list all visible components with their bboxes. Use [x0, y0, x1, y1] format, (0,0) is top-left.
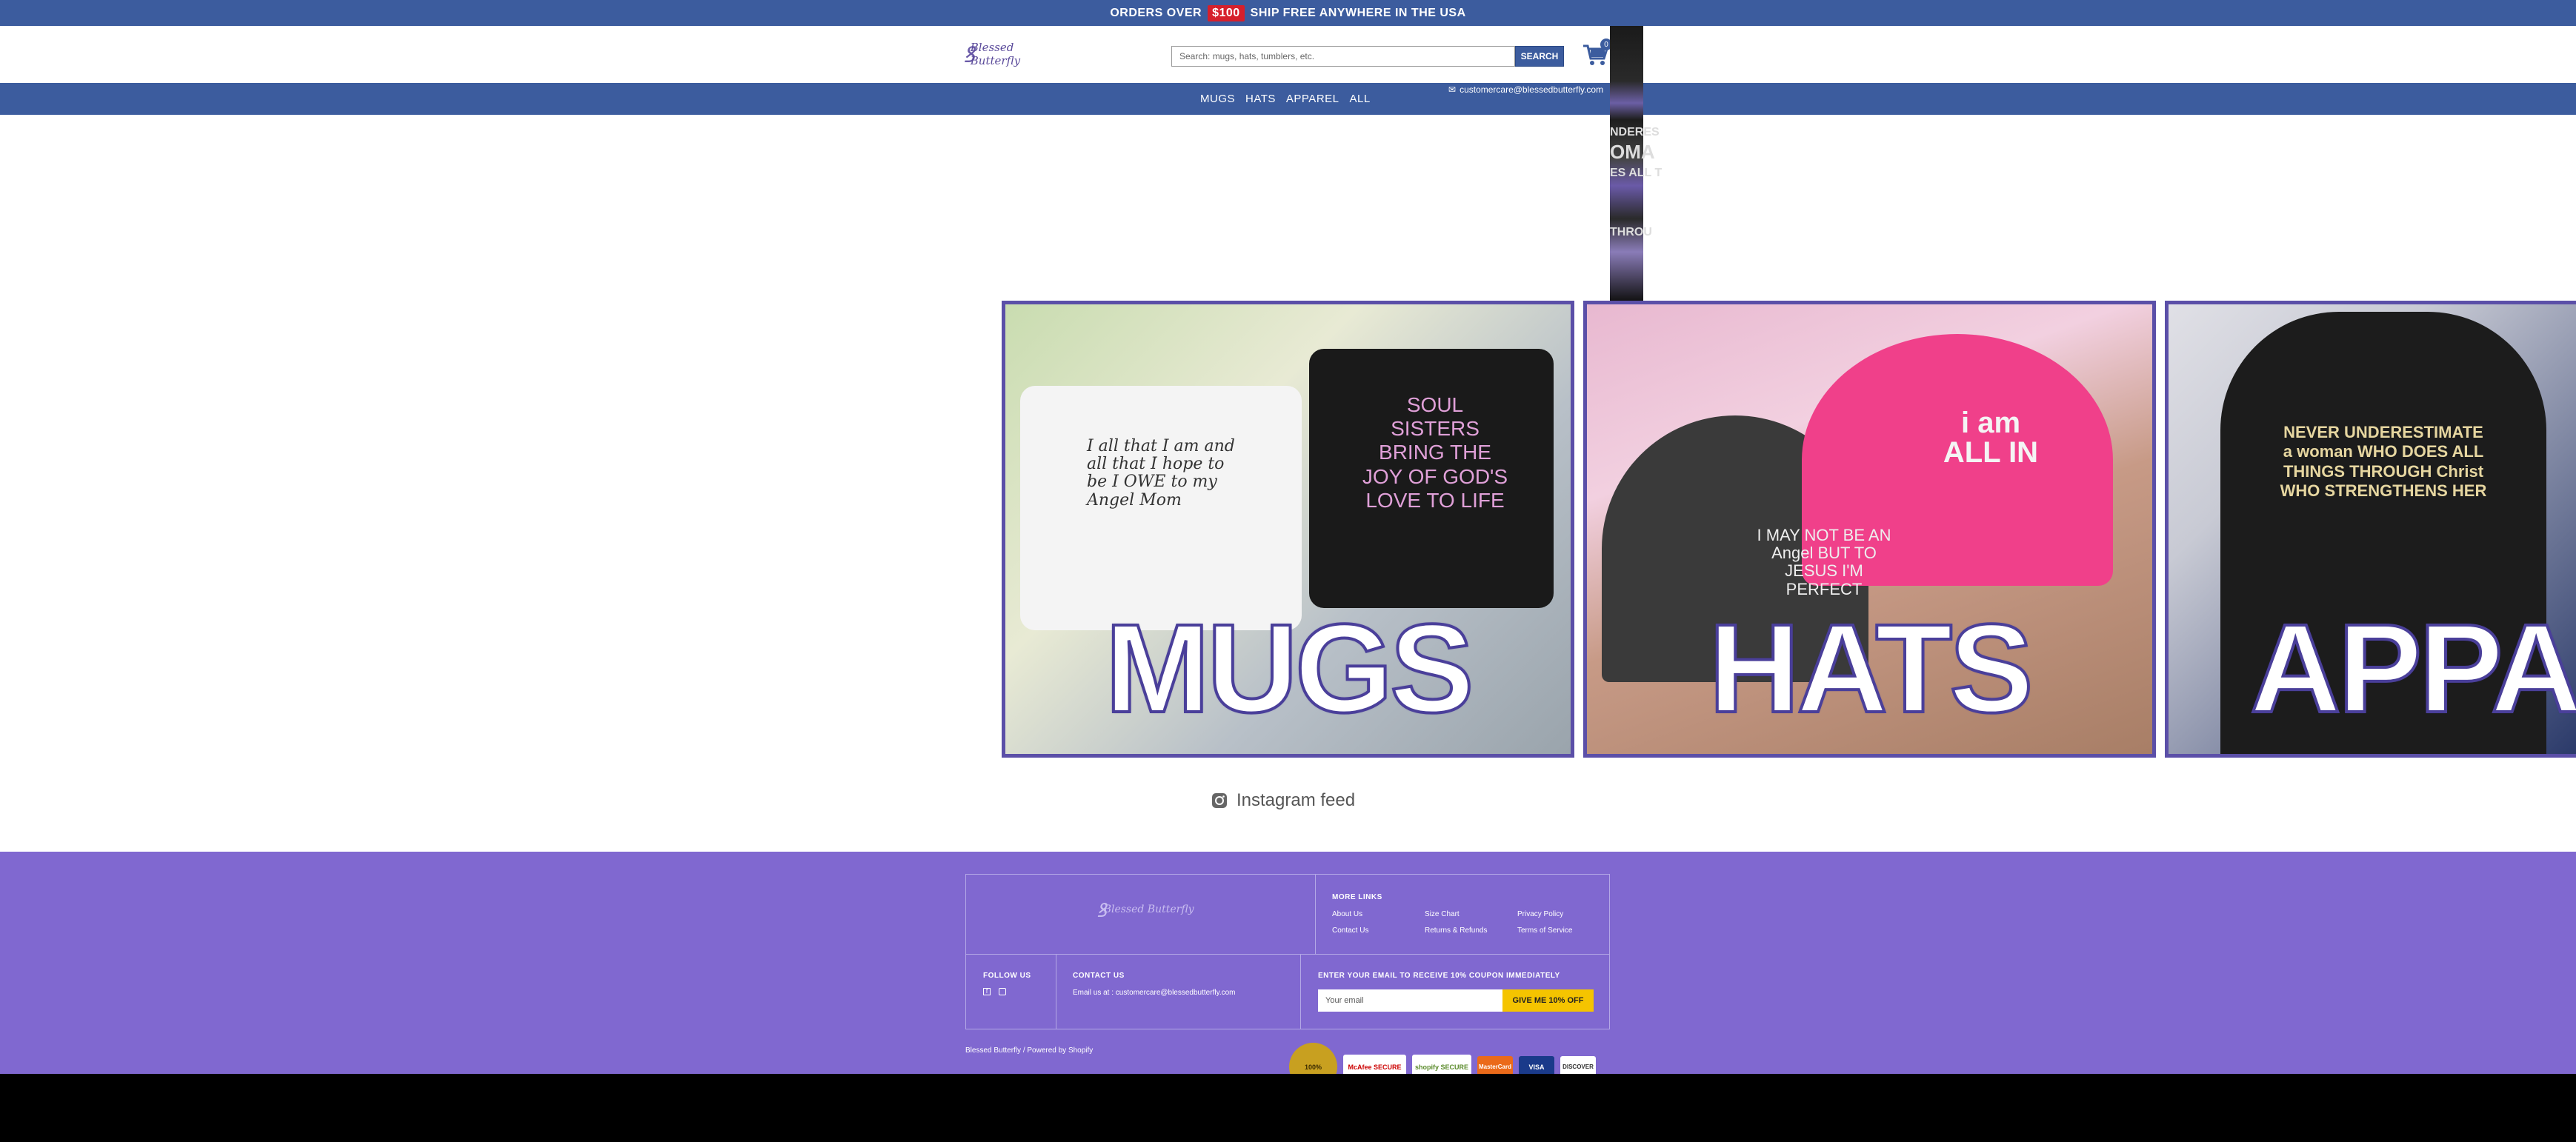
- header-email[interactable]: ✉ customercare@blessedbutterfly.com: [1448, 84, 1603, 95]
- slider-image-strip: NDERES OMA ES ALL T THROU: [1610, 26, 1662, 301]
- more-links-heading: MORE LINKS: [1332, 893, 1382, 901]
- tile-title-mugs: MUGS: [1104, 598, 1476, 739]
- footer-divider: [965, 954, 1610, 955]
- category-tile-apparel[interactable]: NEVER UNDERESTIMATE a woman WHO DOES ALL…: [2165, 301, 2576, 758]
- footer-link-privacy[interactable]: Privacy Policy: [1517, 910, 1563, 918]
- header-email-text: customercare@blessedbutterfly.com: [1460, 84, 1604, 95]
- footer-link-terms[interactable]: Terms of Service: [1517, 926, 1572, 935]
- newsletter-email-input[interactable]: Your email: [1318, 989, 1502, 1012]
- promo-text-after: SHIP FREE ANYWHERE IN THE USA: [1250, 6, 1466, 19]
- nav-item-mugs[interactable]: MUGS: [1200, 93, 1235, 105]
- search-button[interactable]: SEARCH: [1515, 46, 1564, 67]
- strip-text-2: OMA: [1610, 141, 1655, 163]
- strip-text-3: ES ALL T: [1610, 167, 1663, 179]
- contact-us-heading: CONTACT US: [1073, 972, 1125, 980]
- site-logo[interactable]: ꝸ Blessed Butterfly: [963, 37, 1056, 70]
- category-tile-hats[interactable]: I MAY NOT BE AN Angel BUT TO JESUS I'M P…: [1583, 301, 2156, 758]
- footer-link-contact[interactable]: Contact Us: [1332, 926, 1368, 935]
- nav-item-all[interactable]: ALL: [1350, 93, 1371, 105]
- hoodie-text: NEVER UNDERESTIMATE a woman WHO DOES ALL…: [2280, 423, 2487, 501]
- gray-hat-text: I MAY NOT BE AN Angel BUT TO JESUS I'M P…: [1757, 526, 1891, 598]
- instagram-feed-label: Instagram feed: [1237, 790, 1356, 810]
- footer-divider: [1300, 954, 1301, 1029]
- footer-divider: [1315, 874, 1316, 954]
- nav-item-apparel[interactable]: APPAREL: [1286, 93, 1339, 105]
- tile-title-apparel: APPAREL: [2249, 598, 2576, 739]
- promo-bar: ORDERS OVER $100 SHIP FREE ANYWHERE IN T…: [0, 0, 2576, 26]
- instagram-icon: [1212, 793, 1227, 808]
- footer-link-returns[interactable]: Returns & Refunds: [1425, 926, 1488, 935]
- instagram-icon[interactable]: [999, 988, 1006, 995]
- nav-item-hats[interactable]: HATS: [1245, 93, 1276, 105]
- main-nav: MUGS HATS APPAREL ALL: [1200, 83, 1371, 115]
- footer-link-size-chart[interactable]: Size Chart: [1425, 910, 1460, 918]
- instagram-feed-heading[interactable]: Instagram feed: [1211, 789, 1355, 812]
- white-mug-text: I all that I am and all that I hope to b…: [1087, 437, 1235, 510]
- logo-text: Blessed Butterfly: [970, 40, 1021, 67]
- footer-link-about[interactable]: About Us: [1332, 910, 1362, 918]
- pink-hat-text: i am ALL IN: [1943, 407, 2039, 469]
- promo-text-before: ORDERS OVER: [1110, 6, 1202, 19]
- coupon-submit-button[interactable]: GIVE ME 10% OFF: [1502, 989, 1594, 1012]
- contact-email-text[interactable]: Email us at : customercare@blessedbutter…: [1073, 989, 1236, 997]
- promo-amount-badge: $100: [1208, 4, 1245, 21]
- strip-text-4: THROU: [1610, 226, 1652, 238]
- search-input[interactable]: Search: mugs, hats, tumblers, etc.: [1171, 46, 1515, 67]
- footer-copyright: Blessed Butterfly / Powered by Shopify: [965, 1046, 1094, 1055]
- envelope-icon: ✉: [1448, 84, 1457, 95]
- page-bottom-band: [0, 1074, 2576, 1142]
- tile-title-hats: HATS: [1707, 598, 2034, 739]
- follow-us-heading: FOLLOW US: [983, 972, 1031, 980]
- strip-text-1: NDERES: [1610, 126, 1660, 138]
- footer-logo[interactable]: ꝸ Blessed Butterfly: [1096, 896, 1194, 923]
- black-mug-text: SOUL SISTERS BRING THE JOY OF GOD'S LOVE…: [1362, 393, 1508, 512]
- coupon-heading: ENTER YOUR EMAIL TO RECEIVE 10% COUPON I…: [1318, 972, 1560, 980]
- footer-logo-text: Blessed Butterfly: [1103, 904, 1194, 915]
- category-tile-mugs[interactable]: I all that I am and all that I hope to b…: [1002, 301, 1574, 758]
- facebook-icon[interactable]: f: [983, 988, 991, 995]
